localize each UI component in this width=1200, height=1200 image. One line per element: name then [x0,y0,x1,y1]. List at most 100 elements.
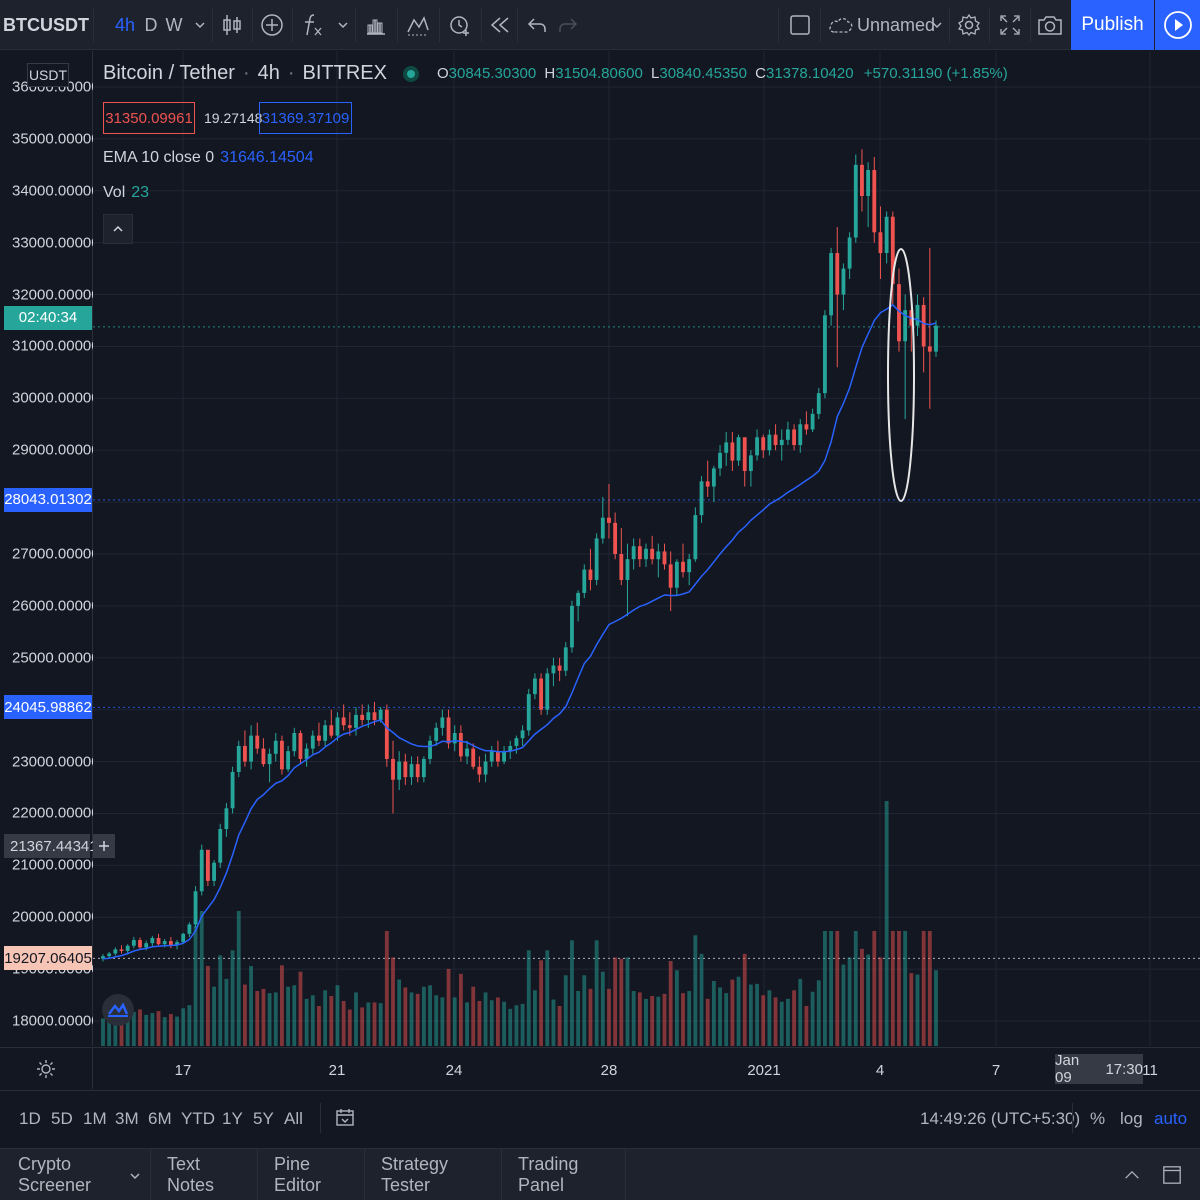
financials-chart-icon[interactable] [359,0,393,50]
candle-body [637,546,642,560]
volume-bar [637,992,642,1046]
volume-bar [360,1007,365,1046]
volume-bar [644,998,648,1046]
tab-pine-editor[interactable]: Pine Editor [264,1149,365,1200]
volume-bar [656,996,661,1046]
percent-scale-toggle[interactable]: % [1090,1109,1105,1129]
candlestick-chart[interactable] [93,51,1200,1046]
indicators-dropdown-chevron-icon[interactable] [333,0,353,50]
volume-bar [138,1009,142,1046]
range-6m[interactable]: 6M [148,1109,172,1129]
tab-trading-panel[interactable]: Trading Panel [508,1149,626,1200]
candle-body [280,740,284,770]
chart-properties-gear-icon[interactable] [0,1047,93,1089]
range-5y[interactable]: 5Y [253,1109,274,1129]
currency-badge[interactable]: USDT [27,63,69,87]
candle-body [205,849,210,881]
replay-rewind-icon[interactable] [485,0,515,50]
candle-body [693,515,698,560]
range-3m[interactable]: 3M [115,1109,139,1129]
toolbar-divider [949,8,950,42]
tab-crypto-screener[interactable]: Crypto Screener [8,1149,151,1200]
price-axis-label: 34000.00000 [12,182,100,200]
candle-body [397,761,402,780]
range-1d[interactable]: 1D [19,1109,41,1129]
sell-price-button[interactable]: 31350.09961 [103,102,195,134]
candle-body [329,725,334,736]
volume-bar [366,1002,371,1046]
tradingview-logo-icon[interactable] [102,994,134,1026]
tab-strategy-tester[interactable]: Strategy Tester [371,1149,502,1200]
collapse-legend-button[interactable] [103,214,133,244]
candles-chart-type-icon[interactable] [216,0,248,50]
volume-bar [477,1001,482,1046]
candle-body [384,709,389,759]
candle-body [810,413,815,430]
log-scale-toggle[interactable]: log [1120,1109,1143,1129]
cloud-save-icon[interactable] [826,0,856,50]
layout-square-icon[interactable] [784,0,816,50]
volume-bar [286,986,291,1046]
candle-body [366,712,371,721]
volume-bar [273,992,278,1046]
candle-body [107,953,112,957]
alert-clock-icon[interactable] [443,0,477,50]
candle-body [718,452,722,469]
maximize-panel-icon[interactable] [1152,1149,1192,1200]
timezone-clock[interactable]: 14:49:26 (UTC+5:30) [920,1109,1080,1129]
candle-body [249,735,254,762]
redo-icon[interactable] [553,0,583,50]
range-ytd[interactable]: YTD [181,1109,215,1129]
publish-button[interactable]: Publish [1071,0,1154,50]
candle-body [471,748,476,767]
horizontal-line-price-tag: 28043.01302 [4,487,92,512]
play-icon[interactable] [1155,0,1200,50]
range-all[interactable]: All [284,1109,303,1129]
price-axis-label: 18000.00000 [12,1012,100,1030]
compare-add-icon[interactable] [256,0,288,50]
settings-gear-icon[interactable] [952,0,986,50]
volume-indicator-legend[interactable]: Vol 23 [103,184,149,202]
timeframe-w[interactable]: W [163,0,185,50]
time-axis[interactable]: 17 21 24 28 2021 4 7 11 Jan 09 17:30 [93,1047,1200,1089]
volume-bar [230,950,235,1046]
volume-bar [243,984,247,1046]
chart-canvas[interactable] [93,51,1200,1046]
candle-body [829,253,834,316]
volume-bar [452,997,457,1046]
layout-dropdown-chevron-icon[interactable] [927,0,947,50]
symbol-search-button[interactable]: BTCUSDT [0,0,92,50]
volume-bar [755,983,759,1046]
goto-date-calendar-icon[interactable] [335,1107,355,1132]
volume-bar [835,931,840,1046]
range-5d[interactable]: 5D [51,1109,73,1129]
timeframe-4h[interactable]: 4h [112,0,138,50]
volume-bar [600,971,605,1046]
buy-price-button[interactable]: 31369.37109 [259,102,352,134]
timeframe-d[interactable]: D [140,0,162,50]
volume-bar [539,960,544,1046]
collapse-panel-chevron-up-icon[interactable] [1114,1149,1150,1200]
layout-name-button[interactable]: Unnamed [857,0,935,50]
snapshot-camera-icon[interactable] [1033,0,1067,50]
ema-label: EMA 10 close 0 [103,149,215,166]
candle-body [674,561,679,588]
volume-bar [236,911,241,1046]
tab-text-notes[interactable]: Text Notes [157,1149,258,1200]
ideas-chart-icon[interactable] [401,0,435,50]
ema-indicator-legend[interactable]: EMA 10 close 0 31646.14504 [103,149,314,167]
auto-scale-toggle[interactable]: auto [1154,1109,1187,1129]
volume-bar [890,931,895,1046]
fullscreen-icon[interactable] [993,0,1027,50]
timeframe-dropdown-chevron-icon[interactable] [189,0,211,50]
add-order-plus-icon[interactable] [93,834,115,859]
range-1m[interactable]: 1M [83,1109,107,1129]
volume-bar [144,1014,149,1046]
candle-body [267,753,272,765]
volume-bar [563,975,568,1046]
range-1y[interactable]: 1Y [222,1109,243,1129]
indicators-fx-icon[interactable] [296,0,330,50]
volume-bar [853,931,858,1046]
undo-icon[interactable] [522,0,552,50]
price-axis[interactable]: 36000.00000 35000.00000 34000.00000 33000.0… [0,51,100,1046]
